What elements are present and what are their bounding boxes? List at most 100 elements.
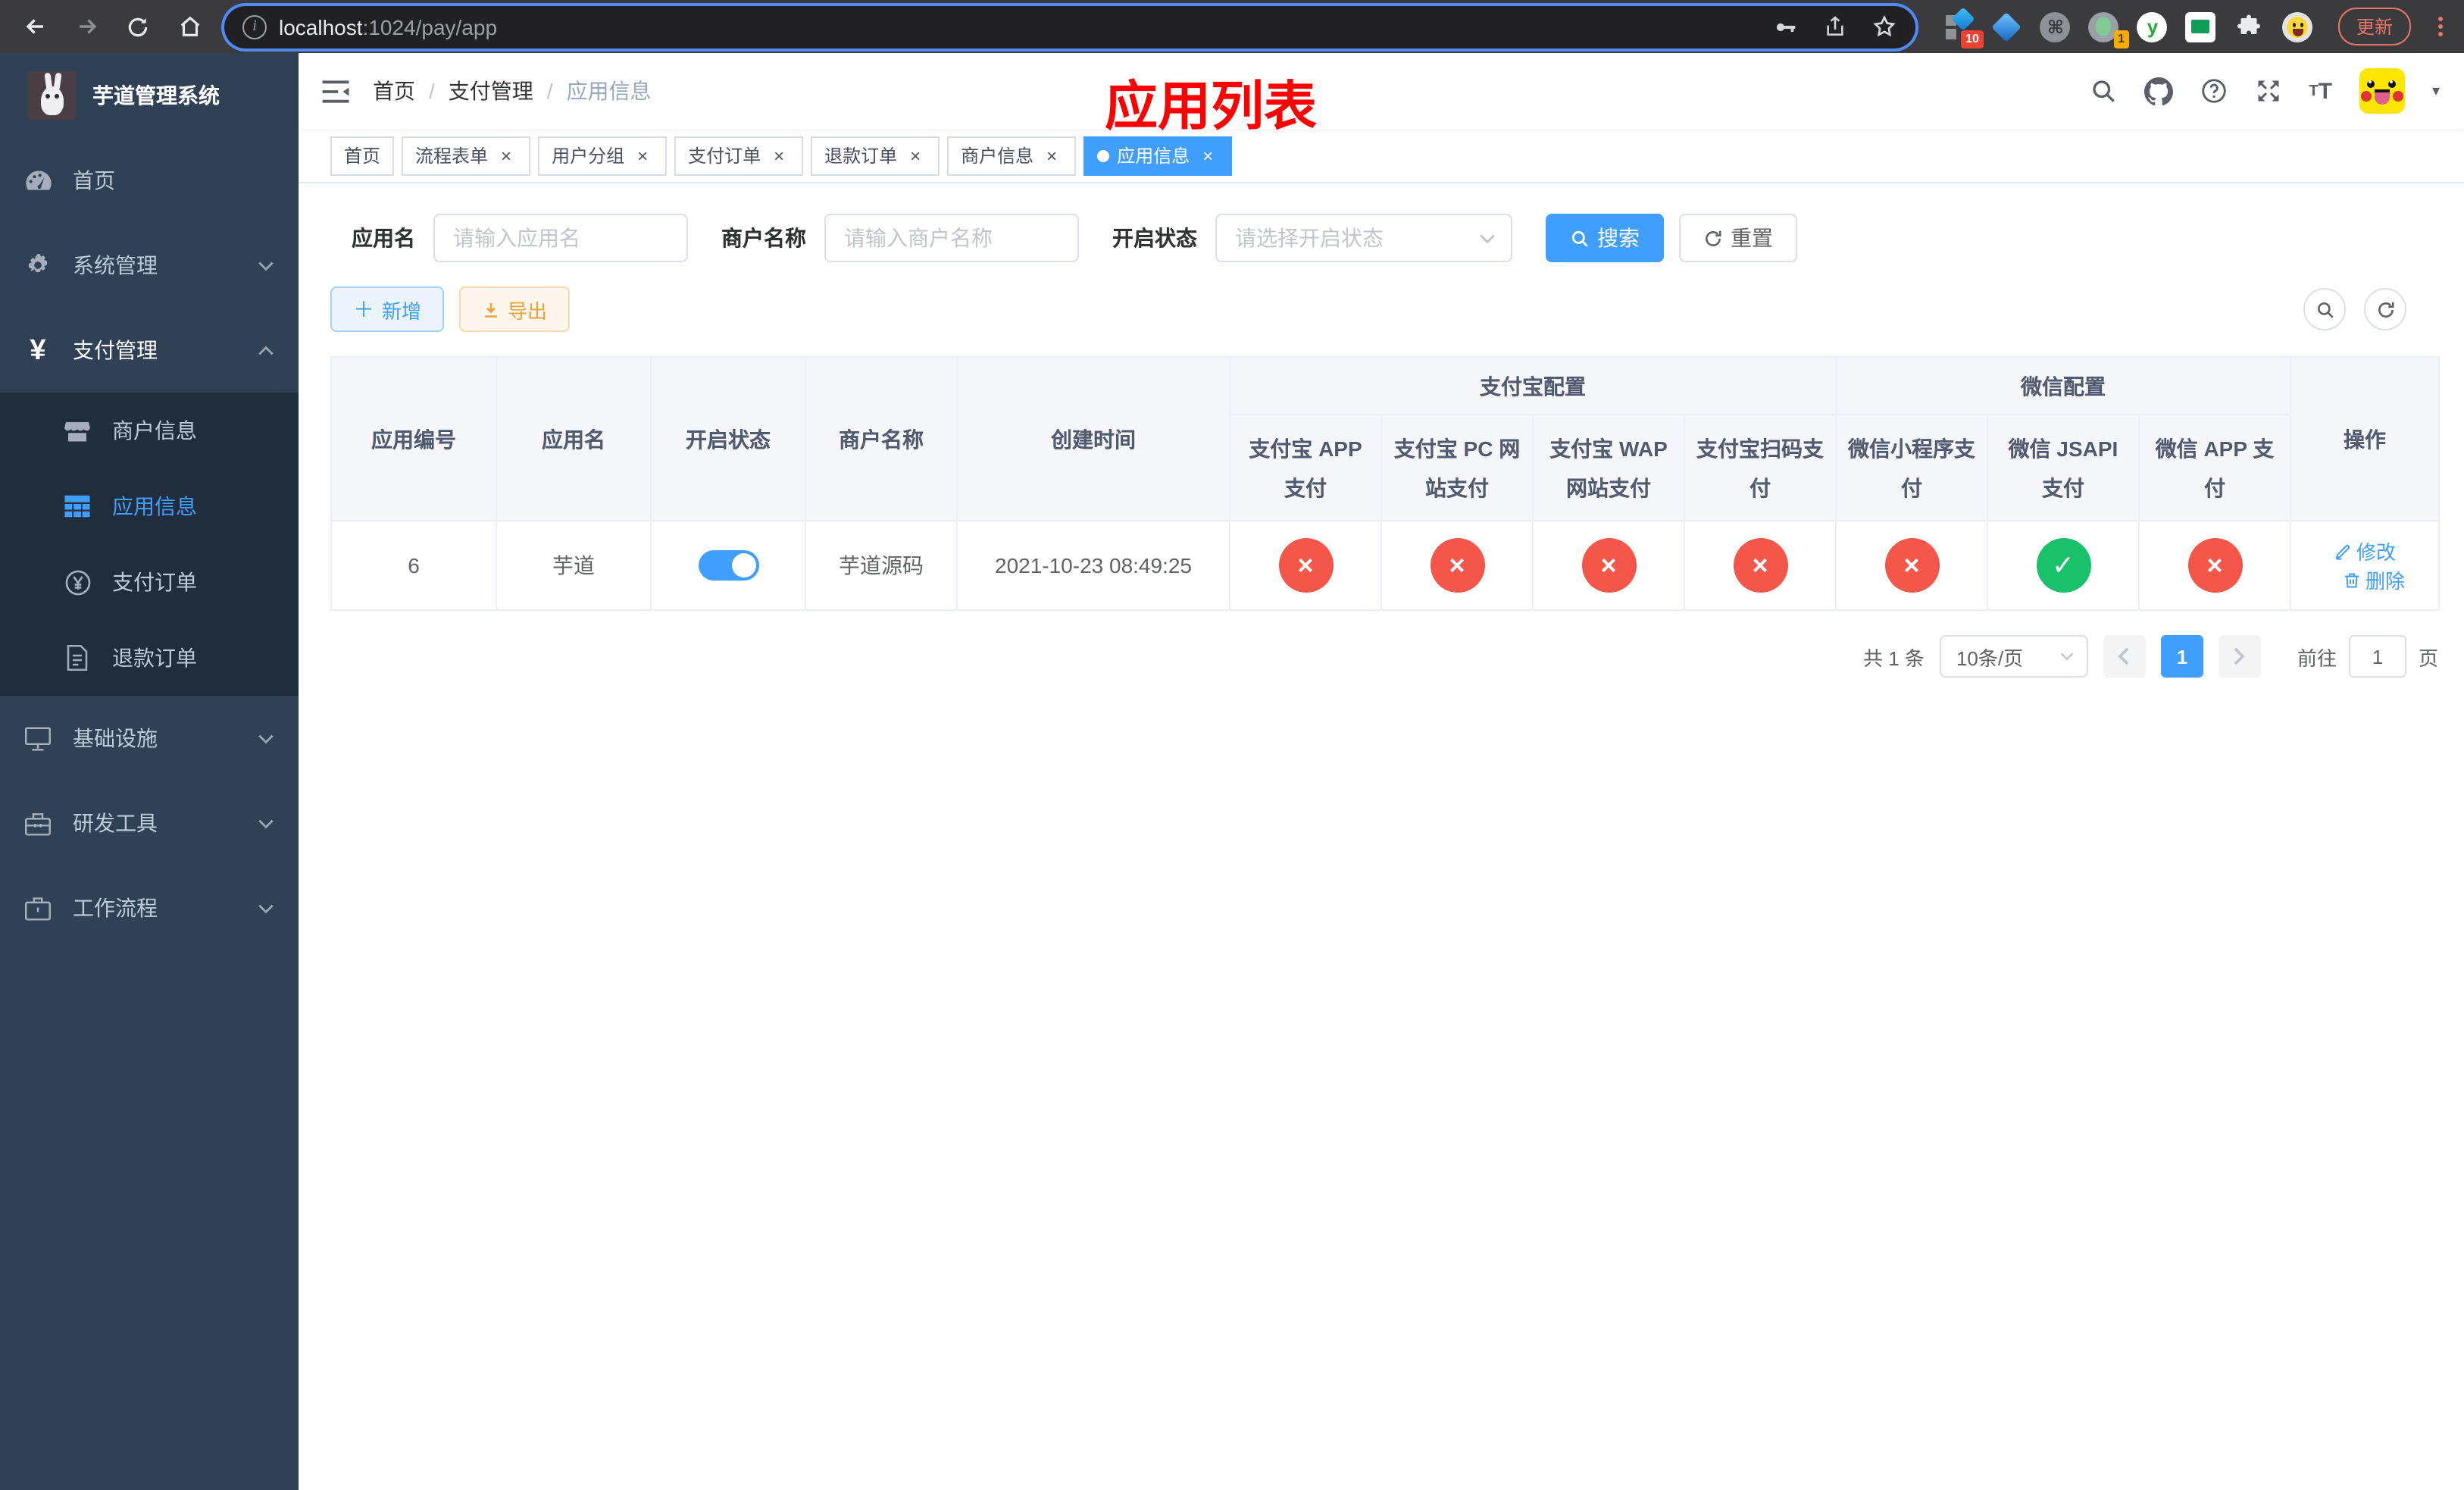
pencil-icon: [2335, 543, 2350, 559]
breadcrumb-payment[interactable]: 支付管理: [449, 76, 533, 106]
extension-chat-icon[interactable]: [2185, 11, 2217, 42]
briefcase-icon: [21, 895, 55, 921]
close-icon[interactable]: ×: [632, 145, 653, 166]
cell-app-id: 6: [330, 520, 497, 611]
tab-item[interactable]: 支付订单 ×: [674, 136, 804, 175]
sidebar-item-workflow[interactable]: 工作流程: [0, 866, 299, 950]
help-icon[interactable]: [2200, 77, 2227, 105]
browser-menu-icon[interactable]: [2429, 17, 2452, 36]
fullscreen-icon[interactable]: [2254, 77, 2281, 105]
app-name-label: 应用名: [352, 226, 415, 250]
alipay-app-status-icon: ×: [1278, 538, 1333, 593]
extension-apps-icon[interactable]: 10: [1943, 7, 1984, 49]
column-header: 支付宝 APP 支付: [1229, 414, 1382, 521]
chevron-down-icon: [2059, 652, 2075, 661]
page-size-select[interactable]: 10条/页: [1939, 635, 2088, 678]
extension-badge: 10: [1961, 30, 1984, 49]
prev-page-button[interactable]: [2103, 635, 2146, 678]
extensions-puzzle-icon[interactable]: [2234, 11, 2265, 42]
reload-icon[interactable]: [115, 5, 161, 48]
sidebar-item-merchant-info[interactable]: 商户信息: [0, 393, 299, 468]
back-icon[interactable]: [12, 5, 58, 48]
share-icon[interactable]: [1823, 14, 1847, 39]
sidebar-item-pay-orders[interactable]: 支付订单: [0, 544, 299, 620]
add-button[interactable]: ＋ 新增: [330, 286, 445, 332]
reset-button[interactable]: 重置: [1679, 214, 1797, 262]
url-text[interactable]: localhost:1024/pay/app: [279, 14, 497, 39]
sidebar-item-label: 首页: [73, 168, 115, 193]
edit-link[interactable]: 修改: [2334, 537, 2396, 565]
merchant-name-label: 商户名称: [721, 226, 806, 250]
column-header: 操作: [2290, 356, 2440, 521]
tab-item[interactable]: 用户分组 ×: [538, 136, 668, 175]
status-toggle[interactable]: [698, 550, 758, 581]
column-header: 支付宝 PC 网站支付: [1381, 414, 1534, 521]
breadcrumb-home[interactable]: 首页: [373, 76, 415, 106]
close-icon[interactable]: ×: [496, 145, 517, 166]
column-header: 支付宝 WAP 网站支付: [1532, 414, 1685, 521]
next-page-button[interactable]: [2218, 635, 2261, 678]
avatar-caret-icon[interactable]: ▾: [2432, 83, 2440, 99]
bookmark-star-icon[interactable]: [1871, 14, 1897, 39]
close-icon[interactable]: ×: [905, 145, 926, 166]
page-title: 应用列表: [1105, 77, 1318, 136]
chevron-down-icon: [258, 818, 274, 828]
sidebar-item-home[interactable]: 首页: [0, 138, 299, 223]
delete-link[interactable]: 删除: [2343, 565, 2405, 594]
forward-icon[interactable]: [64, 5, 109, 48]
collapse-sidebar-icon[interactable]: [299, 53, 373, 129]
chevron-up-icon: [258, 345, 274, 355]
password-key-icon[interactable]: [1771, 13, 1799, 40]
plus-icon: ＋: [353, 297, 374, 321]
extension-kite-icon[interactable]: [1991, 11, 2023, 42]
extension-profile-icon[interactable]: 1: [2088, 11, 2129, 49]
sidebar-item-label: 系统管理: [73, 253, 158, 277]
close-icon[interactable]: ×: [1197, 145, 1218, 166]
export-button[interactable]: 导出: [459, 286, 571, 332]
alipay-qr-status-icon: ×: [1733, 538, 1787, 593]
home-icon[interactable]: [167, 5, 212, 48]
merchant-name-input[interactable]: [824, 214, 1079, 262]
goto-page-input[interactable]: [2348, 635, 2406, 678]
search-icon[interactable]: [2089, 77, 2116, 105]
close-icon[interactable]: ×: [768, 145, 790, 166]
search-button[interactable]: 搜索: [1546, 214, 1664, 262]
sidebar-item-app-info[interactable]: 应用信息: [0, 468, 299, 544]
sidebar-item-infrastructure[interactable]: 基础设施: [0, 696, 299, 781]
refresh-icon[interactable]: [2364, 288, 2406, 330]
column-header: 微信 APP 支付: [2138, 414, 2291, 521]
app-name-input[interactable]: [433, 214, 688, 262]
page-number-current[interactable]: 1: [2160, 635, 2203, 678]
tab-item[interactable]: 流程表单 ×: [402, 136, 531, 175]
column-header: 应用名: [496, 356, 652, 521]
tab-item[interactable]: 商户信息 ×: [947, 136, 1077, 175]
status-select[interactable]: 请选择开启状态: [1215, 214, 1512, 262]
sidebar-item-devtools[interactable]: 研发工具: [0, 781, 299, 866]
yen-icon: ¥: [30, 334, 46, 366]
extension-command-icon[interactable]: ⌘: [2040, 11, 2072, 42]
github-icon[interactable]: [2143, 77, 2173, 105]
sidebar-item-system[interactable]: 系统管理: [0, 223, 299, 308]
address-bar[interactable]: i localhost:1024/pay/app: [224, 5, 1915, 48]
column-header: 商户名称: [805, 356, 958, 521]
tab-item[interactable]: 首页: [330, 136, 395, 175]
column-header: 支付宝扫码支付: [1684, 414, 1837, 521]
server-icon: [21, 725, 55, 751]
status-label: 开启状态: [1112, 226, 1197, 250]
app-logo[interactable]: 芋道管理系统: [0, 53, 299, 138]
chrome-update-button[interactable]: 更新: [2337, 8, 2411, 45]
app-title: 芋道管理系统: [92, 83, 220, 108]
tab-item-active[interactable]: 应用信息 ×: [1083, 136, 1233, 175]
extension-y-icon[interactable]: y: [2137, 11, 2169, 42]
sidebar-item-refund-orders[interactable]: 退款订单: [0, 620, 299, 696]
sidebar-item-payment[interactable]: ¥ 支付管理: [0, 308, 299, 393]
dashboard-icon: [21, 168, 55, 193]
avatar[interactable]: [2359, 68, 2405, 114]
tab-item[interactable]: 退款订单 ×: [811, 136, 940, 175]
breadcrumb-current: 应用信息: [566, 79, 652, 103]
font-size-icon[interactable]: TT: [2309, 78, 2332, 104]
profile-emoji-icon[interactable]: [2282, 11, 2314, 42]
toggle-search-icon[interactable]: [2303, 288, 2346, 330]
site-info-icon[interactable]: i: [242, 14, 267, 39]
close-icon[interactable]: ×: [1041, 145, 1062, 166]
